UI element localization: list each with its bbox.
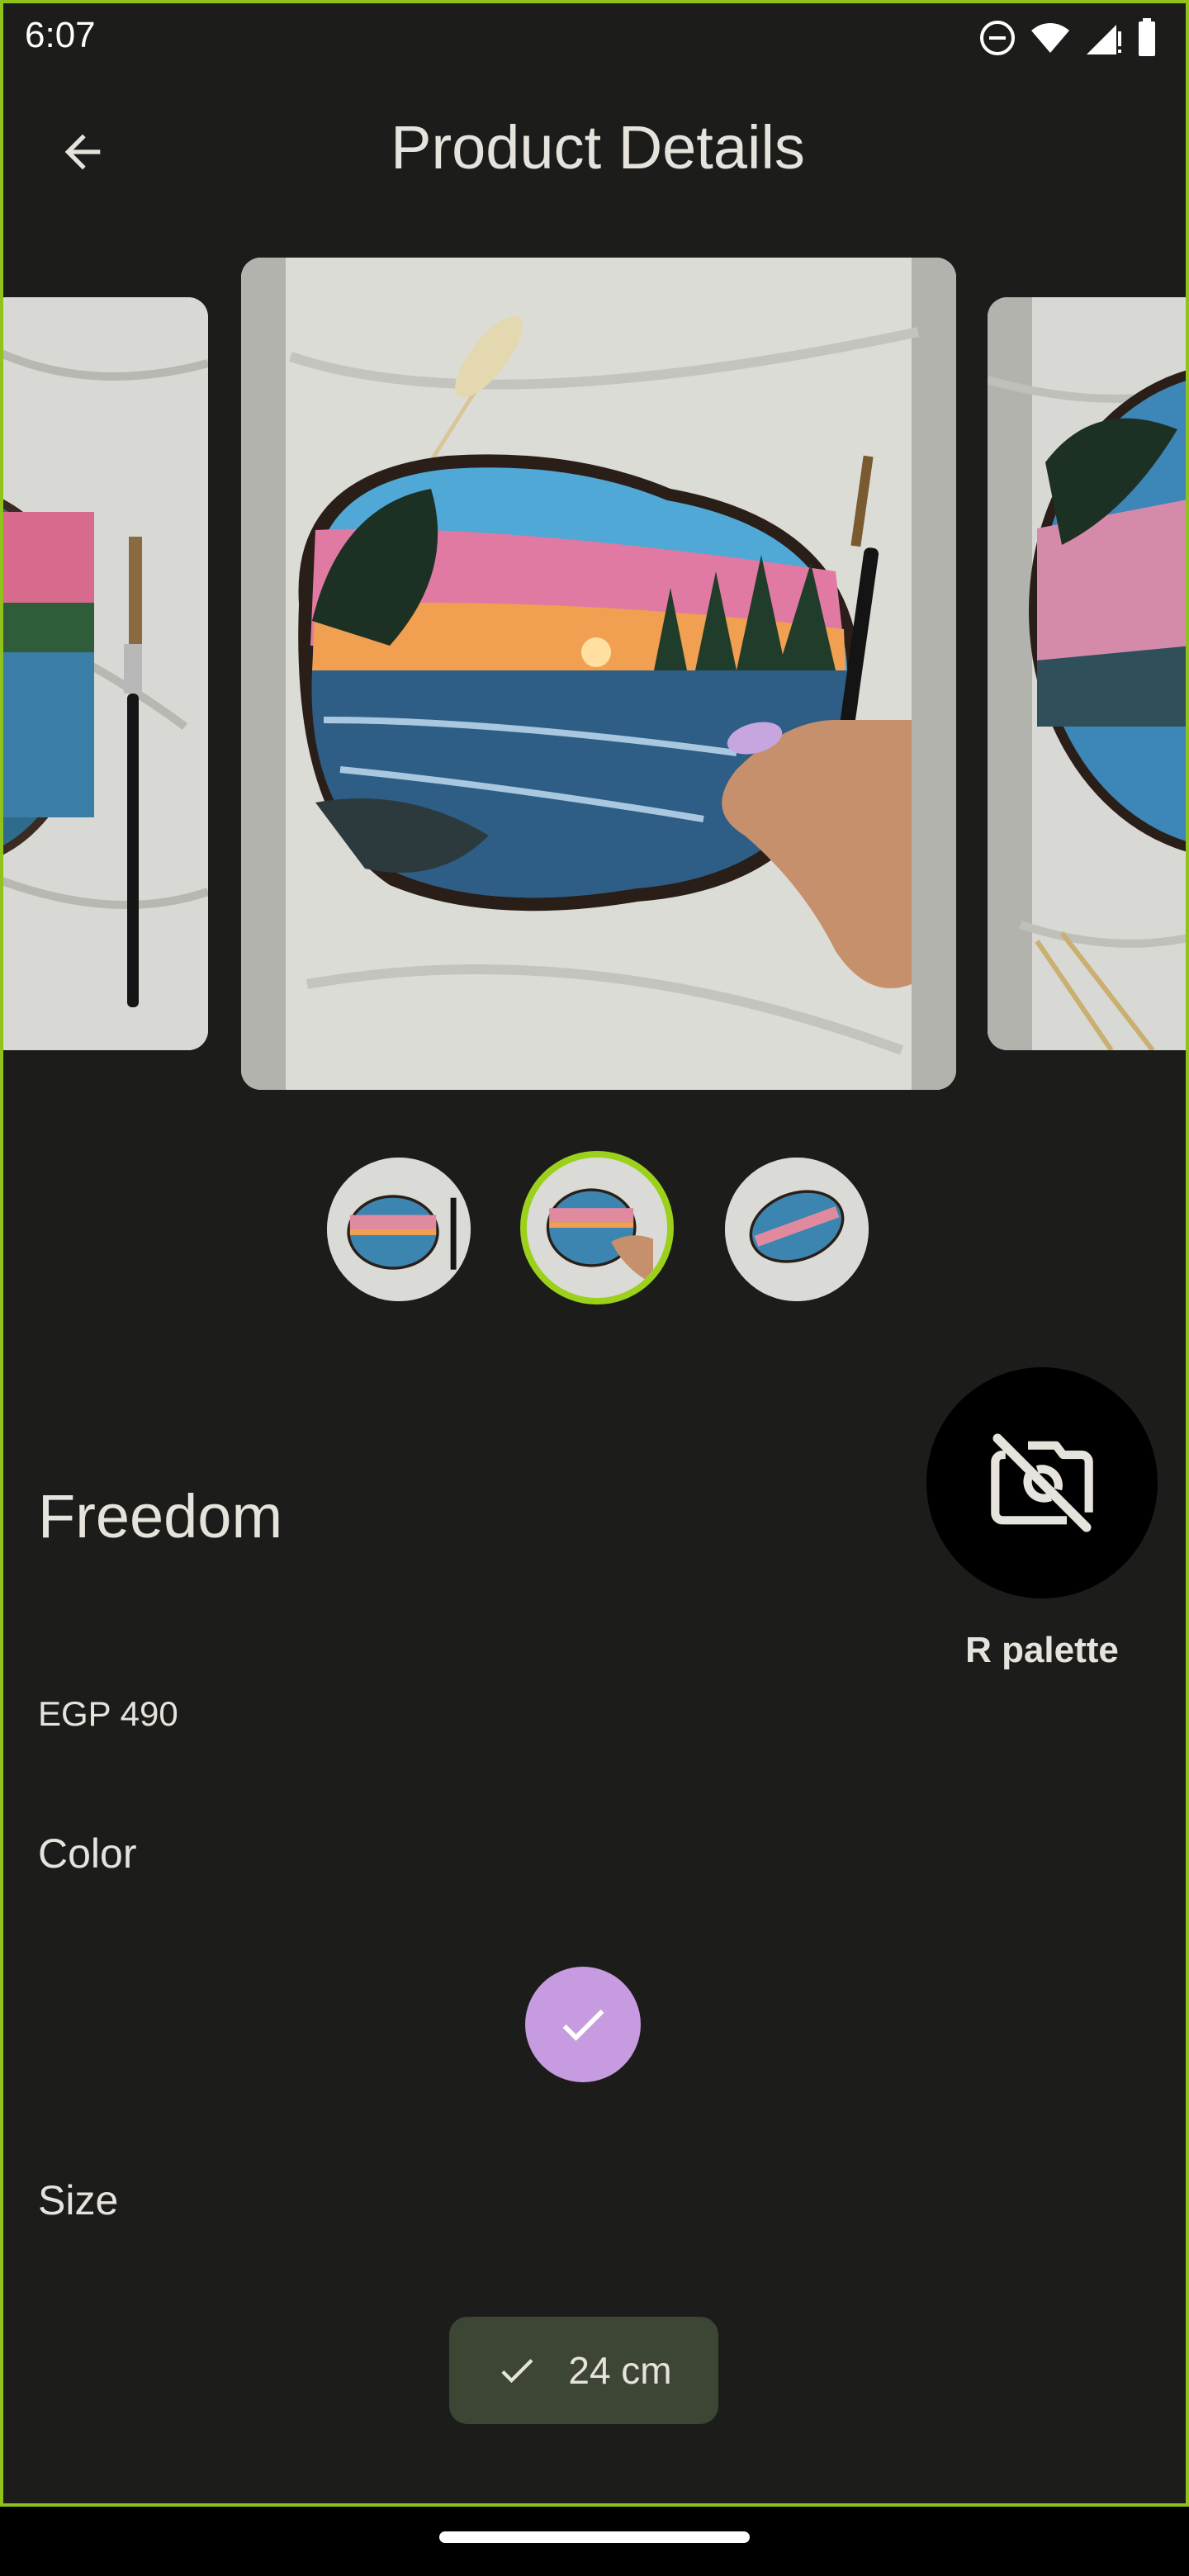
size-chip-selected[interactable]: 24 cm (449, 2317, 718, 2424)
page-title: Product Details (391, 113, 805, 182)
color-section-label: Color (38, 1830, 137, 1877)
thumbnail-selector (3, 1151, 1186, 1308)
image-carousel[interactable] (3, 251, 1186, 1093)
thumbnail-3[interactable] (725, 1158, 869, 1301)
palette-fab-label: R palette (965, 1630, 1119, 1670)
cellular-signal-icon (1087, 25, 1121, 54)
no-photography-icon (991, 1433, 1093, 1532)
status-time: 6:07 (25, 15, 96, 55)
app-window: 6:07 Product Details Freedom R palette E… (0, 0, 1189, 2507)
product-name: Freedom (38, 1482, 283, 1551)
product-price: EGP 490 (38, 1694, 178, 1733)
carousel-image-previous[interactable] (3, 297, 208, 1050)
check-icon (501, 2359, 533, 2384)
battery-icon (1139, 18, 1155, 56)
palette-fab-button[interactable] (926, 1367, 1158, 1598)
wifi-icon (1031, 23, 1069, 53)
do-not-disturb-icon (980, 21, 1015, 55)
check-icon (562, 2009, 604, 2041)
thumbnail-1[interactable] (327, 1158, 471, 1301)
top-app-bar: Product Details (3, 73, 1186, 230)
thumbnail-2-selected[interactable] (520, 1151, 674, 1305)
size-section-label: Size (38, 2177, 119, 2223)
size-chip-label: 24 cm (568, 2349, 672, 2392)
carousel-image-next[interactable] (988, 297, 1186, 1050)
color-swatch-selected[interactable] (525, 1967, 641, 2082)
system-navigation-bar (0, 2507, 1189, 2576)
home-gesture-handle[interactable] (439, 2531, 750, 2543)
status-bar: 6:07 (3, 3, 1186, 73)
carousel-image-current[interactable] (241, 258, 956, 1090)
